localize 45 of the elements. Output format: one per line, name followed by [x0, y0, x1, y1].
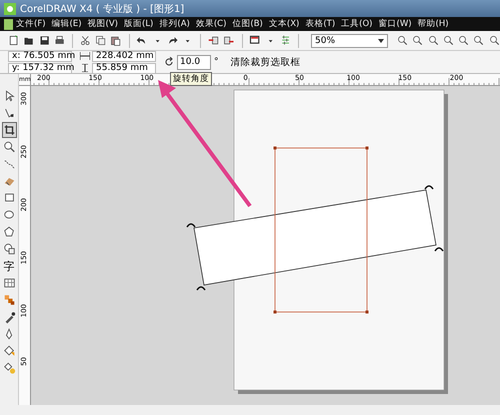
zoom-dropdown[interactable]: 50% — [311, 34, 388, 48]
menu-item[interactable]: 文件(F) — [13, 18, 49, 30]
node-icon[interactable] — [2, 106, 16, 120]
text-tool[interactable]: 字 — [2, 258, 16, 274]
menu-item[interactable]: 帮助(H) — [414, 18, 452, 30]
menu-item[interactable]: 视图(V) — [84, 18, 121, 30]
menu-item[interactable]: 表格(T) — [302, 18, 338, 30]
copy-icon[interactable] — [95, 33, 106, 48]
menu-item[interactable]: 位图(B) — [229, 18, 266, 30]
rotate-handle-icon — [434, 247, 444, 252]
rotate-handle-icon — [186, 223, 196, 228]
width-field[interactable]: 228.402 mm — [92, 50, 156, 62]
tooltip: 旋转角度 — [170, 72, 212, 86]
x-field[interactable]: x: 76.505 mm — [8, 50, 72, 62]
eyedropper-icon[interactable] — [2, 310, 16, 324]
rotate-handle-icon — [424, 185, 434, 190]
new-file-icon[interactable] — [8, 33, 20, 48]
table-icon[interactable] — [2, 276, 16, 290]
polygon-icon[interactable] — [2, 225, 16, 239]
app-logo-icon — [4, 2, 16, 14]
height-field[interactable]: 55.859 mm — [92, 62, 156, 74]
window-title: CorelDRAW X4 ( 专业版 ) - [图形1] — [20, 2, 184, 16]
menu-item[interactable]: 效果(C) — [192, 18, 230, 30]
menu-item[interactable]: 编辑(E) — [48, 18, 85, 30]
crop-icon[interactable] — [2, 123, 16, 137]
magnifier-icon[interactable] — [2, 140, 16, 154]
clear-crop-button[interactable]: 清除裁剪选取框 — [226, 56, 304, 68]
caret-icon — [378, 38, 384, 42]
document-icon — [4, 18, 13, 30]
degree-label: ° — [214, 57, 218, 67]
rotate-icon — [164, 57, 174, 67]
height-icon — [80, 64, 90, 72]
rotate-handle-icon — [196, 286, 206, 290]
menu-item[interactable]: 版面(L) — [121, 18, 156, 30]
blend-icon[interactable] — [2, 293, 16, 307]
menu-item[interactable]: 工具(O) — [338, 18, 376, 30]
fill-tool-icon[interactable] — [2, 361, 16, 375]
y-field[interactable]: y: 157.32 mm — [8, 62, 72, 74]
menu-item[interactable]: 窗口(W) — [376, 18, 415, 30]
shapes-icon[interactable] — [2, 242, 16, 256]
bucket-icon[interactable] — [2, 344, 16, 358]
width-icon — [80, 52, 90, 60]
menu-item[interactable]: 排列(A) — [156, 18, 193, 30]
angle-field[interactable]: 10.0 — [177, 54, 211, 70]
menu-item[interactable]: 文本(X) — [266, 18, 302, 30]
